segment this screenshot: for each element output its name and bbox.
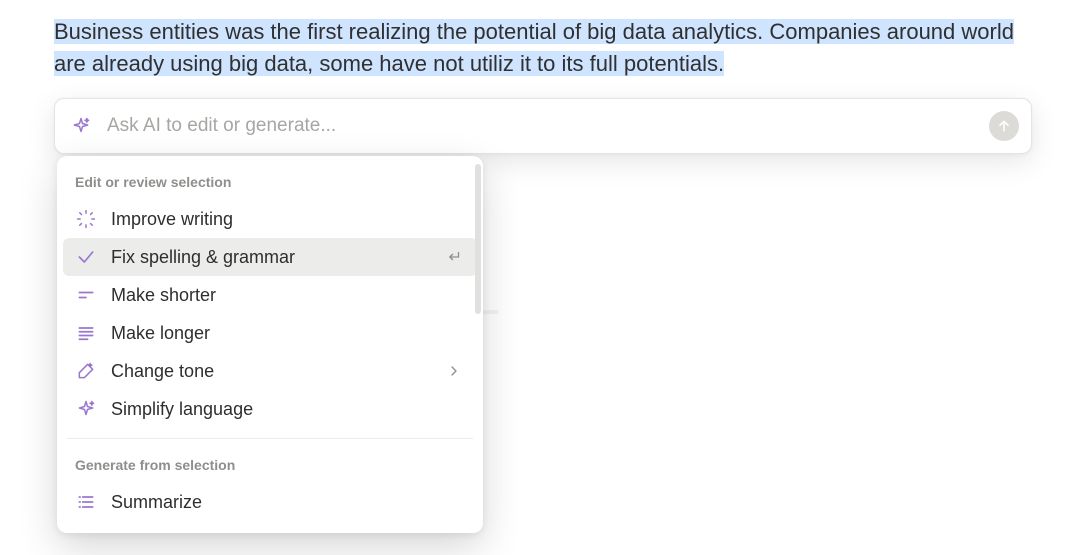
menu-divider xyxy=(67,438,473,439)
menu-item-summarize[interactable]: Summarize xyxy=(63,483,477,521)
highlighted-text[interactable]: Business entities was the first realizin… xyxy=(54,19,1014,76)
ai-command-bar[interactable] xyxy=(54,98,1032,154)
menu-item-label: Make longer xyxy=(111,321,465,345)
menu-item-label: Summarize xyxy=(111,490,465,514)
check-icon xyxy=(75,246,97,268)
menu-item-make-shorter[interactable]: Make shorter xyxy=(63,276,477,314)
ai-actions-menu: Edit or review selection Improve writing… xyxy=(57,156,483,533)
menu-item-improve-writing[interactable]: Improve writing xyxy=(63,200,477,238)
menu-item-label: Fix spelling & grammar xyxy=(111,245,429,269)
menu-section-generate-label: Generate from selection xyxy=(63,449,477,483)
sparkle-icon xyxy=(75,398,97,420)
menu-item-fix-spelling-grammar[interactable]: Fix spelling & grammar xyxy=(63,238,477,276)
enter-key-icon xyxy=(443,246,465,268)
menu-item-simplify-language[interactable]: Simplify language xyxy=(63,390,477,428)
menu-item-make-longer[interactable]: Make longer xyxy=(63,314,477,352)
improve-icon xyxy=(75,208,97,230)
tone-icon xyxy=(75,360,97,382)
menu-item-label: Change tone xyxy=(111,359,429,383)
menu-item-label: Improve writing xyxy=(111,207,465,231)
submit-button[interactable] xyxy=(989,111,1019,141)
sparkle-icon xyxy=(71,116,91,136)
longer-icon xyxy=(75,322,97,344)
shorter-icon xyxy=(75,284,97,306)
ai-prompt-input[interactable] xyxy=(105,114,981,138)
menu-item-change-tone[interactable]: Change tone xyxy=(63,352,477,390)
menu-item-label: Simplify language xyxy=(111,397,465,421)
menu-section-edit-label: Edit or review selection xyxy=(63,166,477,200)
summarize-icon xyxy=(75,491,97,513)
menu-item-label: Make shorter xyxy=(111,283,465,307)
chevron-right-icon xyxy=(443,360,465,382)
selected-paragraph[interactable]: Business entities was the first realizin… xyxy=(54,16,1032,80)
